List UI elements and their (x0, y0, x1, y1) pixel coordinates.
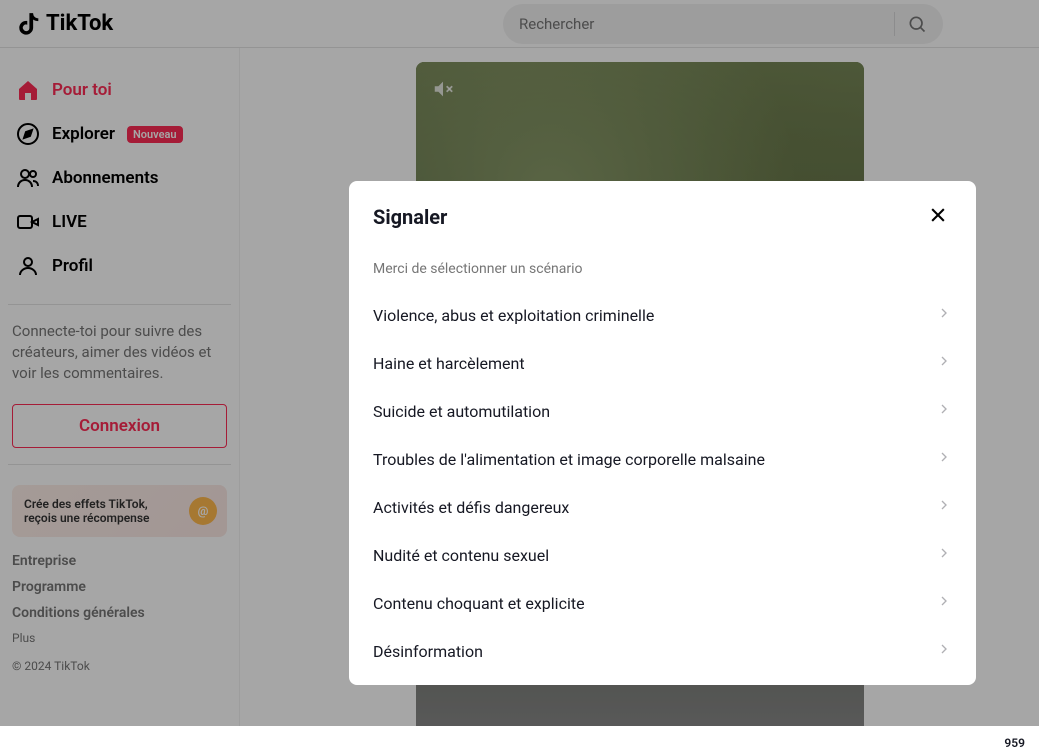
action-count: 959 (1004, 736, 1025, 750)
report-option[interactable]: Activités et défis dangereux (349, 483, 976, 531)
chevron-right-icon (936, 497, 952, 517)
report-option-label: Nudité et contenu sexuel (373, 546, 549, 565)
chevron-right-icon (936, 449, 952, 469)
chevron-right-icon (936, 305, 952, 325)
report-list: Violence, abus et exploitation criminell… (349, 291, 976, 675)
close-button[interactable] (924, 201, 952, 233)
report-option[interactable]: Troubles de l'alimentation et image corp… (349, 435, 976, 483)
chevron-right-icon (936, 593, 952, 613)
report-option[interactable]: Haine et harcèlement (349, 339, 976, 387)
close-icon (928, 205, 948, 225)
modal-title: Signaler (373, 205, 447, 229)
modal-body: Merci de sélectionner un scénario Violen… (349, 253, 976, 685)
report-option[interactable]: Violence, abus et exploitation criminell… (349, 291, 976, 339)
chevron-right-icon (936, 353, 952, 373)
modal-subtitle: Merci de sélectionner un scénario (349, 253, 976, 291)
report-option-label: Suicide et automutilation (373, 402, 550, 421)
report-option-label: Désinformation (373, 642, 483, 661)
modal-header: Signaler (349, 181, 976, 253)
chevron-right-icon (936, 641, 952, 661)
report-option-label: Troubles de l'alimentation et image corp… (373, 450, 765, 469)
report-modal: Signaler Merci de sélectionner un scénar… (349, 181, 976, 685)
chevron-right-icon (936, 401, 952, 421)
report-option[interactable]: Suicide et automutilation (349, 387, 976, 435)
report-option[interactable]: Nudité et contenu sexuel (349, 531, 976, 579)
report-option-label: Violence, abus et exploitation criminell… (373, 306, 654, 325)
report-option[interactable]: Contenu choquant et explicite (349, 579, 976, 627)
report-option-label: Activités et défis dangereux (373, 498, 569, 517)
report-option-label: Contenu choquant et explicite (373, 594, 585, 613)
chevron-right-icon (936, 545, 952, 565)
report-option[interactable]: Désinformation (349, 627, 976, 675)
report-option-label: Haine et harcèlement (373, 354, 525, 373)
